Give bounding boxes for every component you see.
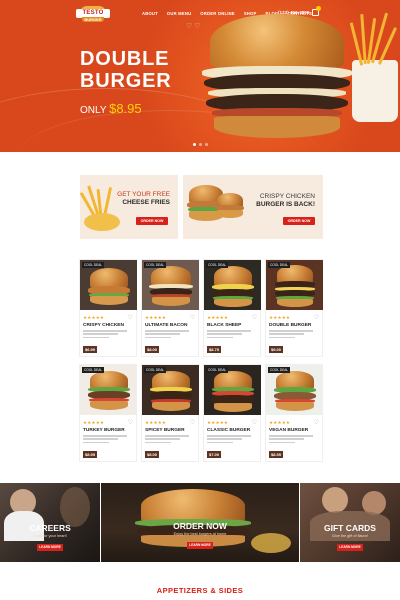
nav-item-about[interactable]: ABOUT (142, 11, 158, 19)
promo-order-button[interactable]: ORDER NOW (136, 217, 168, 225)
banner-subtitle: Work for your heart! (33, 534, 67, 538)
banner-learn-more-button[interactable]: LEARN MORE (187, 542, 213, 549)
product-description (145, 330, 189, 340)
product-name[interactable]: DOUBLE BURGER (269, 323, 311, 328)
hero-title-line1: DOUBLE (80, 48, 170, 70)
product-name[interactable]: CRISPY CHICKEN (83, 323, 124, 328)
product-tag: COOL DEAL (206, 367, 229, 373)
wishlist-heart-icon[interactable]: ♡ (252, 314, 257, 321)
product-price: $6.99 (83, 346, 98, 353)
product-card[interactable]: COOL DEAL ★★★★★ ♡ ULTIMATE BACON $8.00 (141, 259, 199, 357)
banner-subtitle: Give the gift of flavor! (332, 534, 368, 538)
banner-title: GIFT CARDS (324, 523, 376, 533)
product-price: $8.75 (207, 346, 222, 353)
rating-stars-icon: ★★★★★ (269, 315, 291, 320)
site-logo[interactable]: TESTO BURGER (76, 6, 110, 22)
banner-subtitle: Enjoy the best burgers at home (173, 532, 227, 536)
promo-text: GET YOUR FREE CHEESE FRIES (117, 191, 170, 207)
product-card[interactable]: COOL DEAL ★★★★★ ♡ CRISPY CHICKEN $6.99 (79, 259, 137, 357)
product-tag: COOL DEAL (82, 367, 105, 373)
banner-learn-more-button[interactable]: LEARN MORE (337, 544, 363, 551)
cart-badge (316, 6, 321, 11)
rating-stars-icon: ★★★★★ (83, 315, 105, 320)
product-card[interactable]: COOL DEAL ★★★★★ ♡ VEGAN BURGER $8.95 (265, 364, 323, 462)
rating-stars-icon: ★★★★★ (83, 420, 105, 425)
wishlist-heart-icon[interactable]: ♡ (190, 419, 195, 426)
product-card[interactable]: COOL DEAL ★★★★★ ♡ TURKEY BURGER $8.95 (79, 364, 137, 462)
product-card[interactable]: COOL DEAL ★★★★★ ♡ BLACK SHEEP $8.75 (203, 259, 261, 357)
product-tag: COOL DEAL (144, 262, 167, 268)
product-tag: COOL DEAL (268, 262, 291, 268)
banner-gift-cards[interactable]: GIFT CARDS Give the gift of flavor! LEAR… (300, 483, 400, 562)
product-tag: COOL DEAL (268, 367, 291, 373)
rating-stars-icon: ★★★★★ (207, 420, 229, 425)
banner-order-now[interactable]: ORDER NOW Enjoy the best burgers at home… (101, 483, 299, 562)
promo-crispy-chicken[interactable]: CRISPY CHICKEN BURGER IS BACK! ORDER NOW (183, 175, 323, 239)
wishlist-heart-icon[interactable]: ♡ (190, 314, 195, 321)
hero-slider-dots[interactable] (193, 143, 208, 146)
hero-fries-image (352, 60, 398, 122)
wishlist-heart-icon[interactable]: ♡ (128, 419, 133, 426)
product-description (207, 435, 251, 445)
hero-price: ONLY $8.95 (80, 101, 142, 116)
promo-order-button[interactable]: ORDER NOW (283, 217, 315, 225)
rating-stars-icon: ★★★★★ (145, 420, 167, 425)
hero-burger-image (198, 14, 358, 144)
product-description (83, 435, 127, 445)
product-name[interactable]: SPICEY BURGER (145, 428, 185, 433)
banner-careers[interactable]: CAREERS Work for your heart! LEARN MORE (0, 483, 100, 562)
hero-price-value: $8.95 (109, 101, 142, 116)
wishlist-heart-icon[interactable]: ♡ (128, 314, 133, 321)
product-tag: COOL DEAL (206, 262, 229, 268)
product-name[interactable]: BLACK SHEEP (207, 323, 241, 328)
product-price: $9.00 (269, 346, 284, 353)
wishlist-heart-icon[interactable]: ♡ (314, 314, 319, 321)
product-description (83, 330, 127, 340)
product-price: $8.95 (83, 451, 98, 458)
promo-text: CRISPY CHICKEN BURGER IS BACK! (256, 193, 315, 209)
banner-title: CAREERS (29, 523, 71, 533)
section-title: APPETIZERS & SIDES (156, 586, 244, 595)
rating-stars-icon: ★★★★★ (207, 315, 229, 320)
rating-stars-icon: ★★★★★ (269, 420, 291, 425)
hero-title-line2: BURGER (80, 70, 172, 92)
product-price: $8.00 (145, 346, 160, 353)
nav-item-menu[interactable]: OUR MENU (167, 11, 191, 19)
hero-banner: TESTO BURGER ABOUT OUR MENU ORDER ONLINE… (0, 0, 400, 152)
product-name[interactable]: CLASSIC BURGER (207, 428, 250, 433)
hero-title: DOUBLE BURGER (80, 48, 171, 92)
rating-stars-icon: ★★★★★ (145, 315, 167, 320)
product-tag: COOL DEAL (144, 367, 167, 373)
product-name[interactable]: ULTIMATE BACON (145, 323, 187, 328)
banner-title: ORDER NOW (173, 521, 227, 531)
logo-subtext: BURGER (82, 17, 104, 22)
promo-line1: GET YOUR FREE (117, 191, 170, 198)
product-name[interactable]: TURKEY BURGER (83, 428, 125, 433)
wishlist-heart-icon[interactable]: ♡ (252, 419, 257, 426)
promo-line1: CRISPY CHICKEN (259, 193, 315, 200)
product-card[interactable]: COOL DEAL ★★★★★ ♡ DOUBLE BURGER $9.00 (265, 259, 323, 357)
promo-cheese-fries[interactable]: GET YOUR FREE CHEESE FRIES ORDER NOW (80, 175, 178, 239)
product-price: $7.00 (207, 451, 222, 458)
product-description (207, 330, 251, 340)
product-description (269, 330, 313, 340)
product-card[interactable]: COOL DEAL ★★★★★ ♡ CLASSIC BURGER $7.00 (203, 364, 261, 462)
product-description (145, 435, 189, 445)
promo-line2: BURGER IS BACK! (256, 201, 315, 208)
product-description (269, 435, 313, 445)
wishlist-heart-icon[interactable]: ♡ (314, 419, 319, 426)
product-price: $8.95 (269, 451, 284, 458)
promo-line2: CHEESE FRIES (122, 199, 170, 206)
product-tag: COOL DEAL (82, 262, 105, 268)
product-name[interactable]: VEGAN BURGER (269, 428, 308, 433)
product-card[interactable]: COOL DEAL ★★★★★ ♡ SPICEY BURGER $8.00 (141, 364, 199, 462)
banner-learn-more-button[interactable]: LEARN MORE (37, 544, 63, 551)
product-price: $8.00 (145, 451, 160, 458)
hero-price-prefix: ONLY (80, 105, 107, 116)
